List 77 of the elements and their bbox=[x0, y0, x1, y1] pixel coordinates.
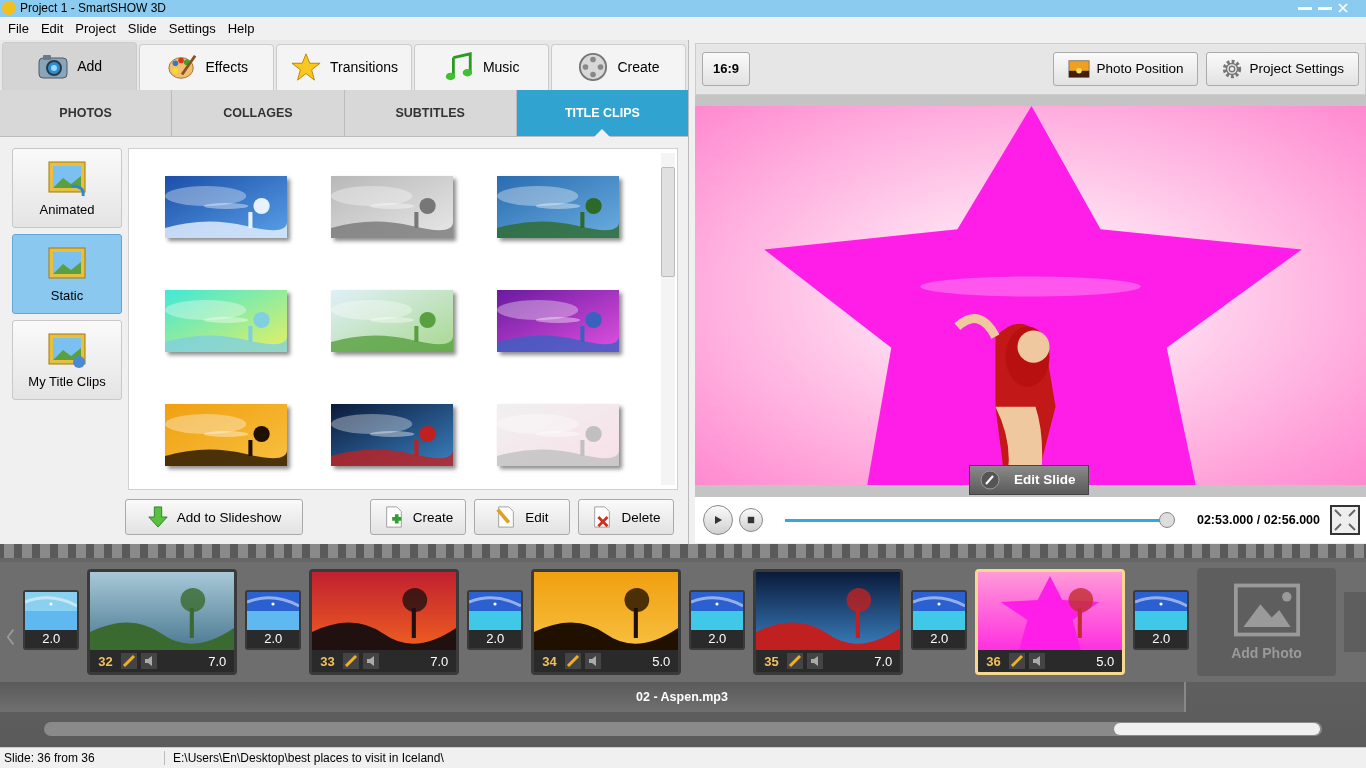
fullscreen-icon[interactable] bbox=[1330, 504, 1360, 535]
category-button[interactable]: My Title Clips bbox=[12, 319, 122, 400]
aspect-ratio-button[interactable]: 16:9 bbox=[702, 51, 750, 86]
slide-thumbnail[interactable]: 34 5.0 bbox=[531, 569, 682, 676]
main-tab[interactable]: Music bbox=[413, 43, 549, 90]
slide-thumbnail[interactable]: 32 7.0 bbox=[87, 569, 238, 676]
library-button[interactable]: Edit bbox=[474, 499, 570, 536]
menu-item[interactable]: Project bbox=[69, 20, 122, 36]
pencil-icon[interactable] bbox=[786, 653, 803, 670]
slide-number: 32 bbox=[98, 653, 113, 669]
play-button[interactable] bbox=[703, 504, 733, 535]
speaker-icon[interactable] bbox=[140, 653, 157, 670]
slide-number: 33 bbox=[320, 653, 335, 669]
image-placeholder-icon bbox=[1233, 583, 1300, 638]
gear-icon bbox=[1221, 57, 1244, 80]
slide-duration: 7.0 bbox=[208, 653, 227, 669]
speaker-icon[interactable] bbox=[584, 653, 601, 670]
sunset-picture-icon bbox=[1068, 57, 1091, 80]
transition-thumbnail[interactable]: 2.0 bbox=[1133, 590, 1190, 651]
menu-item[interactable]: Slide bbox=[121, 20, 163, 36]
menu-item[interactable]: Edit bbox=[34, 20, 70, 36]
seek-slider[interactable] bbox=[785, 511, 1175, 528]
speaker-icon[interactable] bbox=[806, 653, 823, 670]
library-button[interactable]: Delete bbox=[578, 499, 674, 536]
status-text: E:\Users\En\Desktop\best places to visit in Iceland\ bbox=[172, 751, 444, 765]
transition-thumbnail[interactable]: 2.0 bbox=[245, 590, 302, 651]
stop-button[interactable] bbox=[739, 507, 763, 532]
menu-item[interactable]: Help bbox=[221, 20, 261, 36]
scroll-bar[interactable] bbox=[661, 152, 675, 486]
main-tab[interactable]: Effects bbox=[139, 43, 275, 90]
pencil-icon[interactable] bbox=[564, 653, 581, 670]
pencil-icon[interactable] bbox=[1008, 653, 1025, 670]
film-reel-icon bbox=[577, 52, 610, 83]
audio-track[interactable]: 02 - Aspen.mp3 bbox=[0, 682, 1186, 713]
transition-thumbnail[interactable]: 2.0 bbox=[689, 590, 746, 651]
menu-item[interactable]: Settings bbox=[162, 20, 222, 36]
sub-tab[interactable]: SUBTITLES bbox=[344, 89, 517, 136]
slide-number: 36 bbox=[986, 653, 1001, 669]
star-icon bbox=[290, 52, 323, 83]
library-button[interactable]: Add to Slideshow bbox=[125, 499, 303, 536]
main-tab[interactable]: Transitions bbox=[276, 43, 412, 90]
slide-number: 34 bbox=[542, 653, 557, 669]
menu-item[interactable]: File bbox=[2, 20, 35, 36]
slide-thumbnail[interactable]: 35 7.0 bbox=[753, 569, 904, 676]
library-button[interactable]: Create bbox=[370, 499, 466, 536]
slide-duration: 7.0 bbox=[430, 653, 449, 669]
toolbar-button[interactable]: Project Settings bbox=[1206, 51, 1359, 86]
slide-thumbnail[interactable]: 33 7.0 bbox=[309, 569, 460, 676]
speaker-icon[interactable] bbox=[1028, 653, 1045, 670]
app-icon bbox=[2, 1, 16, 16]
pencil-icon bbox=[980, 469, 1000, 490]
status-text: Slide: 36 from 36 bbox=[0, 751, 165, 765]
toolbar-button[interactable]: Photo Position bbox=[1053, 51, 1199, 86]
slide-duration: 5.0 bbox=[652, 653, 671, 669]
transition-thumbnail[interactable]: 2.0 bbox=[911, 590, 968, 651]
category-button[interactable]: Animated bbox=[12, 147, 122, 228]
main-tab[interactable]: Create bbox=[550, 43, 686, 90]
transition-thumbnail[interactable]: 2.0 bbox=[467, 590, 524, 651]
sub-tab[interactable]: PHOTOS bbox=[0, 89, 173, 136]
slide-thumbnail[interactable]: 36 5.0 bbox=[975, 569, 1126, 676]
pencil-icon[interactable] bbox=[342, 653, 359, 670]
sub-tab[interactable]: COLLAGES bbox=[172, 89, 345, 136]
slide-number: 35 bbox=[764, 653, 779, 669]
window-title: Project 1 - SmartSHOW 3D bbox=[20, 1, 167, 16]
slide-duration: 5.0 bbox=[1096, 653, 1115, 669]
main-tab[interactable]: Add bbox=[2, 41, 138, 90]
transition-thumbnail[interactable]: 2.0 bbox=[23, 590, 80, 651]
scroll-bar[interactable] bbox=[44, 722, 1322, 737]
pencil-icon[interactable] bbox=[120, 653, 137, 670]
playback-time: 02:53.000 / 02:56.000 bbox=[1196, 512, 1320, 527]
slide-duration: 7.0 bbox=[874, 653, 893, 669]
edit-slide-button[interactable]: Edit Slide bbox=[969, 464, 1089, 495]
category-button[interactable]: Static bbox=[12, 233, 122, 314]
speaker-icon[interactable] bbox=[362, 653, 379, 670]
stop-icon bbox=[747, 515, 755, 524]
play-icon bbox=[713, 514, 723, 525]
down-arrow-icon bbox=[146, 506, 169, 529]
